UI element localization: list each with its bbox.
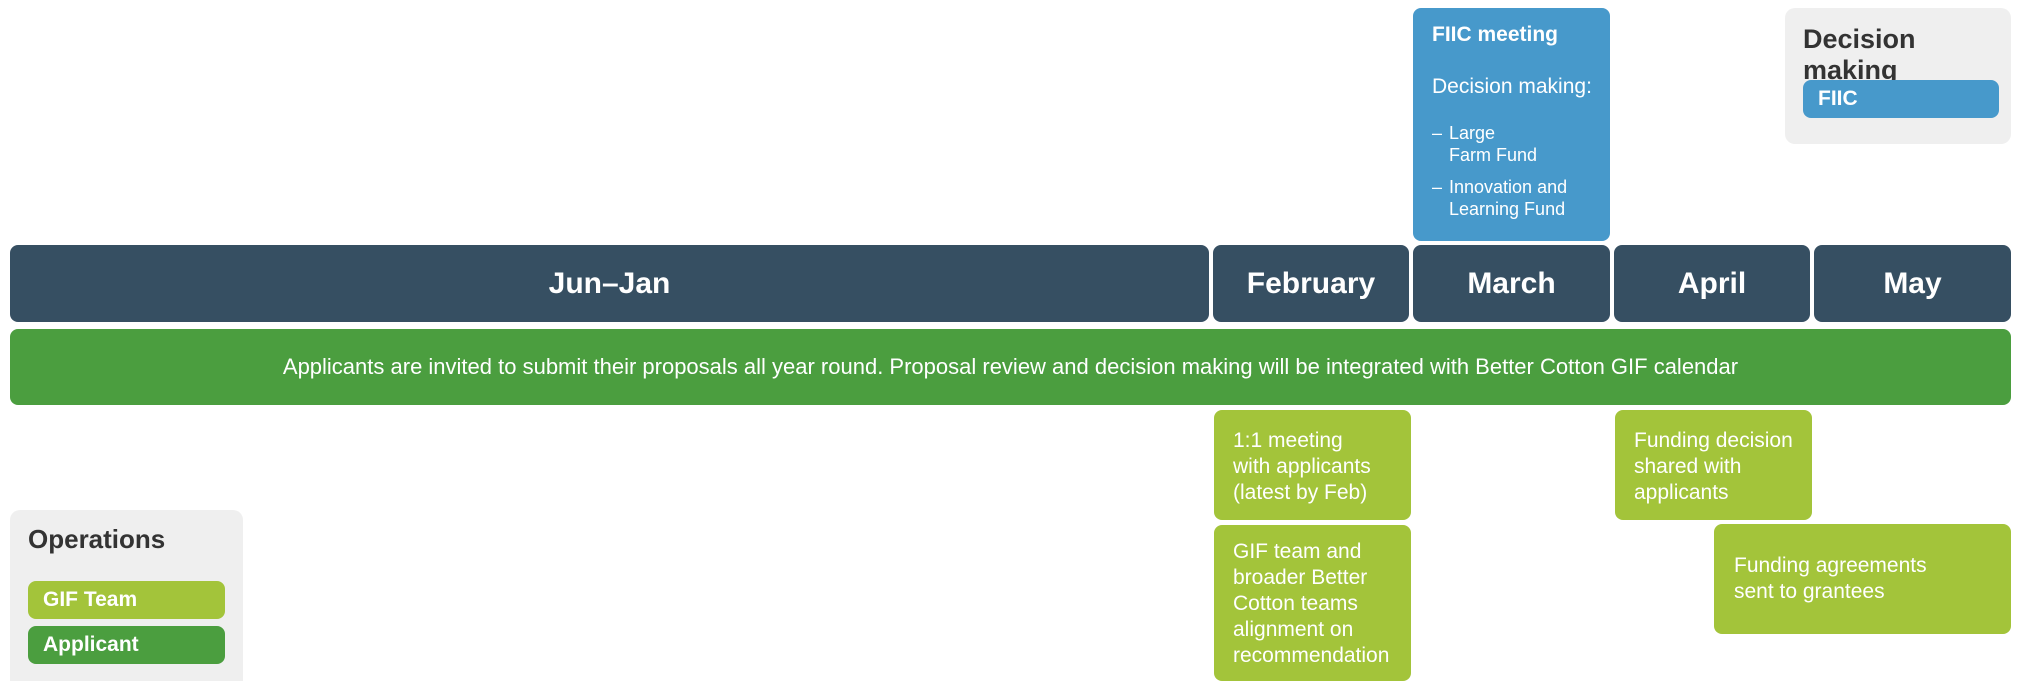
activity-teams-alignment: GIF team and broader Better Cotton teams… (1214, 525, 1411, 681)
activity-text: Funding agreements sent to grantees (1734, 554, 1927, 603)
decision-making-legend: Decision making FIIC (1785, 8, 2011, 144)
month-header-jun-jan: Jun–Jan (10, 245, 1209, 322)
applicant-proposal-band: Applicants are invited to submit their p… (10, 329, 2011, 405)
fiic-meeting-item: – Large Farm Fund (1432, 122, 1592, 166)
month-header-february: February (1213, 245, 1409, 322)
fiic-item-dash: – (1432, 177, 1443, 197)
activity-text: 1:1 meeting with applicants (latest by F… (1233, 429, 1371, 504)
month-header-may: May (1814, 245, 2011, 322)
operations-legend-title: Operations (28, 524, 166, 554)
fiic-meeting-item: – Innovation and Learning Fund (1432, 176, 1592, 220)
month-label: March (1467, 266, 1556, 300)
activity-text: GIF team and broader Better Cotton teams… (1233, 540, 1390, 667)
legend-item-fiic: FIIC (1803, 80, 1999, 118)
fiic-item-text: Innovation and Learning Fund (1449, 177, 1568, 219)
legend-item-label: FIIC (1818, 87, 1858, 110)
month-label: Jun–Jan (548, 266, 671, 300)
decision-legend-title: Decision making (1803, 24, 1916, 85)
legend-item-applicant: Applicant (28, 626, 225, 664)
legend-item-label: GIF Team (43, 588, 138, 611)
legend-item-gif-team: GIF Team (28, 581, 225, 619)
month-header-april: April (1614, 245, 1810, 322)
month-label: February (1246, 266, 1376, 300)
fiic-meeting-box: FIIC meeting Decision making: – Large Fa… (1413, 8, 1610, 241)
operations-legend: Operations GIF Team Applicant (10, 510, 243, 681)
month-label: May (1883, 266, 1942, 300)
activity-funding-decision: Funding decision shared with applicants (1615, 410, 1812, 520)
fiic-meeting-subtitle: Decision making: (1432, 75, 1592, 98)
activity-funding-agreements: Funding agreements sent to grantees (1714, 524, 2011, 634)
fiic-meeting-title: FIIC meeting (1432, 23, 1559, 46)
band-text: Applicants are invited to submit their p… (282, 354, 1739, 379)
fiic-item-text: Large Farm Fund (1449, 123, 1538, 165)
activity-one-to-one-meeting: 1:1 meeting with applicants (latest by F… (1214, 410, 1411, 520)
legend-item-label: Applicant (43, 633, 139, 656)
month-header-march: March (1413, 245, 1610, 322)
activity-text: Funding decision shared with applicants (1634, 429, 1793, 504)
month-label: April (1677, 266, 1747, 300)
fiic-item-dash: – (1432, 123, 1443, 143)
